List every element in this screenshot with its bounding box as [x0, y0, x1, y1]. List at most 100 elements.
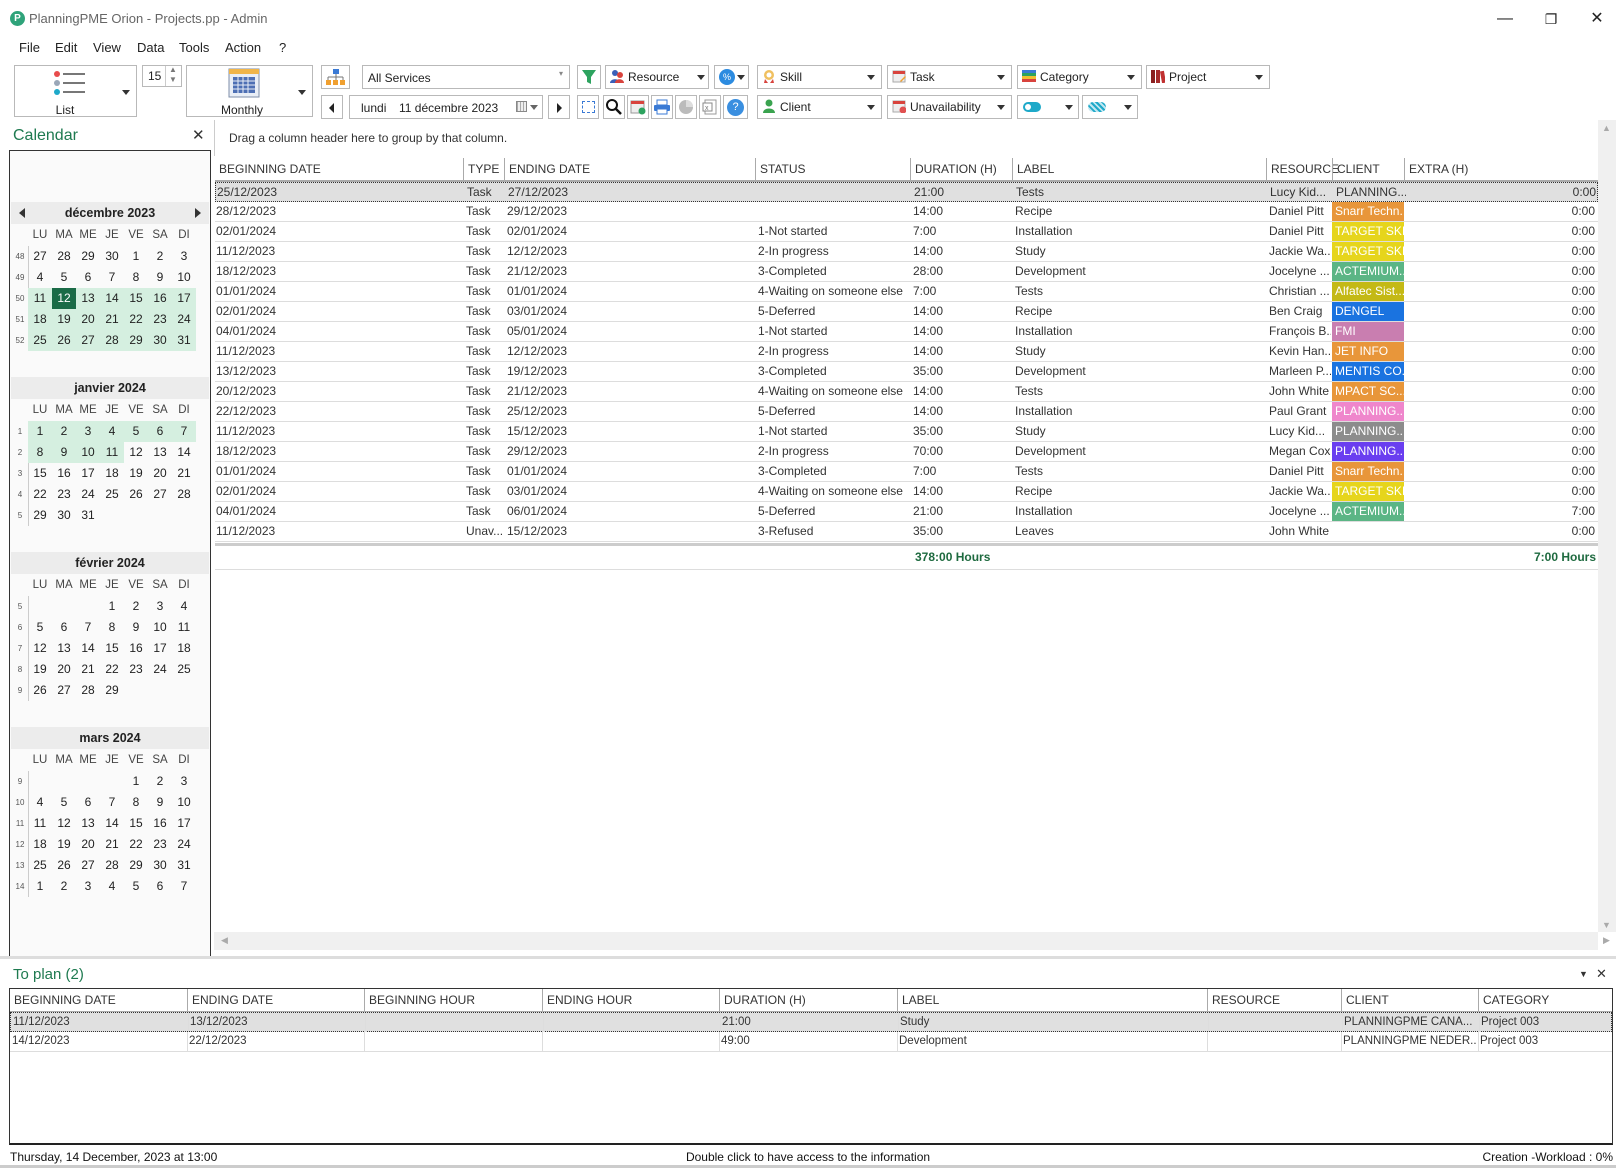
calendar-day[interactable]: 4 — [28, 792, 52, 813]
calendar-day[interactable]: 10 — [148, 617, 172, 638]
calendar-day[interactable]: 4 — [100, 421, 124, 442]
calendar-day[interactable]: 28 — [100, 855, 124, 876]
calendar-day[interactable]: 12 — [28, 638, 52, 659]
table-row[interactable]: 13/12/2023 Task 19/12/2023 3-Completed 35:00… — [215, 362, 1598, 382]
calendar-day[interactable]: 1 — [28, 421, 52, 442]
column-header-type[interactable]: TYPE — [463, 158, 503, 180]
calendar-day[interactable]: 12 — [124, 442, 148, 463]
calendar-day[interactable]: 22 — [124, 309, 148, 330]
horizontal-scrollbar[interactable]: ◀ ▶ — [214, 932, 1610, 950]
calendar-day[interactable]: 2 — [148, 246, 172, 267]
calendar-day[interactable]: 19 — [124, 463, 148, 484]
table-row[interactable]: 20/12/2023 Task 21/12/2023 4-Waiting on som… — [215, 382, 1598, 402]
calendar-day[interactable]: 7 — [172, 421, 196, 442]
table-row[interactable]: 11/12/2023 13/12/2023 21:00 Study PLANNINGPM… — [10, 1012, 1612, 1032]
calendar-day[interactable]: 23 — [148, 834, 172, 855]
to-plan-close-icon[interactable]: ✕ — [1596, 966, 1607, 982]
calendar-day[interactable]: 28 — [76, 680, 100, 701]
percent-button[interactable]: % — [714, 65, 749, 89]
calendar-day[interactable]: 3 — [76, 876, 100, 897]
spin-up-icon[interactable]: ▲ — [169, 65, 177, 74]
view-mode-dropdown[interactable]: List — [14, 65, 137, 117]
calendar-day[interactable]: 14 — [172, 442, 196, 463]
calendar-day[interactable]: 16 — [148, 288, 172, 309]
calendar-day[interactable]: 20 — [76, 309, 100, 330]
menu-action[interactable]: Action — [225, 40, 261, 55]
calendar-day[interactable]: 23 — [124, 659, 148, 680]
table-row[interactable]: 25/12/2023 Task 27/12/2023 21:00 Tests Lucy K… — [215, 182, 1598, 202]
calendar-day[interactable]: 29 — [124, 330, 148, 351]
group-by-area[interactable]: Drag a column header here to group by th… — [214, 120, 1594, 156]
hierarchy-filter-button[interactable] — [321, 65, 350, 89]
filter-button[interactable] — [577, 65, 601, 89]
calendar-day[interactable]: 7 — [76, 617, 100, 638]
calendar-day[interactable]: 13 — [52, 638, 76, 659]
calendar-day[interactable]: 22 — [28, 484, 52, 505]
calendar-day[interactable]: 16 — [148, 813, 172, 834]
column-header-beginning-hour[interactable]: BEGINNING HOUR — [364, 989, 542, 1011]
calendar-day[interactable]: 4 — [172, 596, 196, 617]
column-header-label[interactable]: LABEL — [897, 989, 1207, 1011]
prev-date-button[interactable] — [321, 95, 343, 119]
calendar-day[interactable]: 17 — [172, 813, 196, 834]
services-combo[interactable]: All Services ▾ — [362, 65, 570, 89]
column-header-client[interactable]: CLIENT — [1332, 158, 1404, 180]
task-combo[interactable]: Task — [887, 65, 1012, 89]
calendar-day[interactable]: 17 — [148, 638, 172, 659]
close-icon[interactable]: ✕ — [192, 126, 205, 144]
calendar-day[interactable]: 4 — [28, 267, 52, 288]
calendar-day[interactable]: 1 — [28, 876, 52, 897]
calendar-day[interactable]: 1 — [124, 246, 148, 267]
calendar-day[interactable]: 7 — [100, 792, 124, 813]
calendar-day[interactable]: 1 — [124, 771, 148, 792]
calendar-day[interactable]: 6 — [148, 876, 172, 897]
calendar-day[interactable]: 6 — [76, 267, 100, 288]
calendar-day[interactable]: 20 — [148, 463, 172, 484]
restore-button[interactable]: ❐ — [1536, 8, 1566, 30]
calendar-day[interactable]: 10 — [172, 267, 196, 288]
calendar-day[interactable]: 24 — [172, 309, 196, 330]
calendar-day[interactable]: 5 — [52, 792, 76, 813]
calendar-day[interactable]: 19 — [52, 309, 76, 330]
next-month-icon[interactable] — [195, 208, 201, 218]
calendar-day[interactable]: 3 — [172, 771, 196, 792]
calendar-day[interactable]: 5 — [124, 421, 148, 442]
column-header-client[interactable]: CLIENT — [1341, 989, 1478, 1011]
calendar-day[interactable]: 22 — [124, 834, 148, 855]
calendar-day[interactable]: 19 — [52, 834, 76, 855]
menu-tools[interactable]: Tools — [179, 40, 209, 55]
search-button[interactable] — [603, 95, 625, 119]
calendar-day[interactable]: 18 — [100, 463, 124, 484]
table-row[interactable]: 11/12/2023 Task 15/12/2023 1-Not started 35:… — [215, 422, 1598, 442]
calendar-day[interactable]: 11 — [100, 442, 124, 463]
splitter[interactable] — [0, 956, 1616, 959]
calendar-day[interactable]: 27 — [148, 484, 172, 505]
calendar-day[interactable]: 17 — [172, 288, 196, 309]
column-header-ending-date[interactable]: ENDING DATE — [187, 989, 364, 1011]
minimize-button[interactable]: — — [1490, 8, 1520, 30]
calendar-day[interactable]: 29 — [124, 855, 148, 876]
column-header-duration[interactable]: DURATION (H) — [910, 158, 1010, 180]
calendar-day[interactable]: 5 — [124, 876, 148, 897]
calendar-day[interactable]: 18 — [172, 638, 196, 659]
calendar-day[interactable]: 10 — [76, 442, 100, 463]
calendar-day[interactable]: 31 — [172, 330, 196, 351]
calendar-day[interactable]: 5 — [52, 267, 76, 288]
calendar-day[interactable]: 16 — [52, 463, 76, 484]
calendar-day[interactable]: 21 — [76, 659, 100, 680]
column-header-status[interactable]: STATUS — [755, 158, 909, 180]
calendar-day[interactable]: 26 — [124, 484, 148, 505]
calendar-day[interactable]: 10 — [172, 792, 196, 813]
calendar-day[interactable]: 26 — [28, 680, 52, 701]
menu-view[interactable]: View — [93, 40, 121, 55]
table-row[interactable]: 11/12/2023 Task 12/12/2023 2-In progress 14:… — [215, 242, 1598, 262]
calendar-day[interactable]: 25 — [28, 330, 52, 351]
resource-combo[interactable]: Resource — [605, 65, 709, 89]
pattern-display-combo[interactable] — [1082, 95, 1138, 119]
category-combo[interactable]: Category — [1017, 65, 1142, 89]
calendar-day[interactable]: 4 — [100, 876, 124, 897]
calendar-day[interactable]: 20 — [76, 834, 100, 855]
collapse-icon[interactable]: ▼ — [1579, 969, 1588, 979]
column-header-category[interactable]: CATEGORY — [1478, 989, 1612, 1011]
calendar-day[interactable]: 27 — [28, 246, 52, 267]
